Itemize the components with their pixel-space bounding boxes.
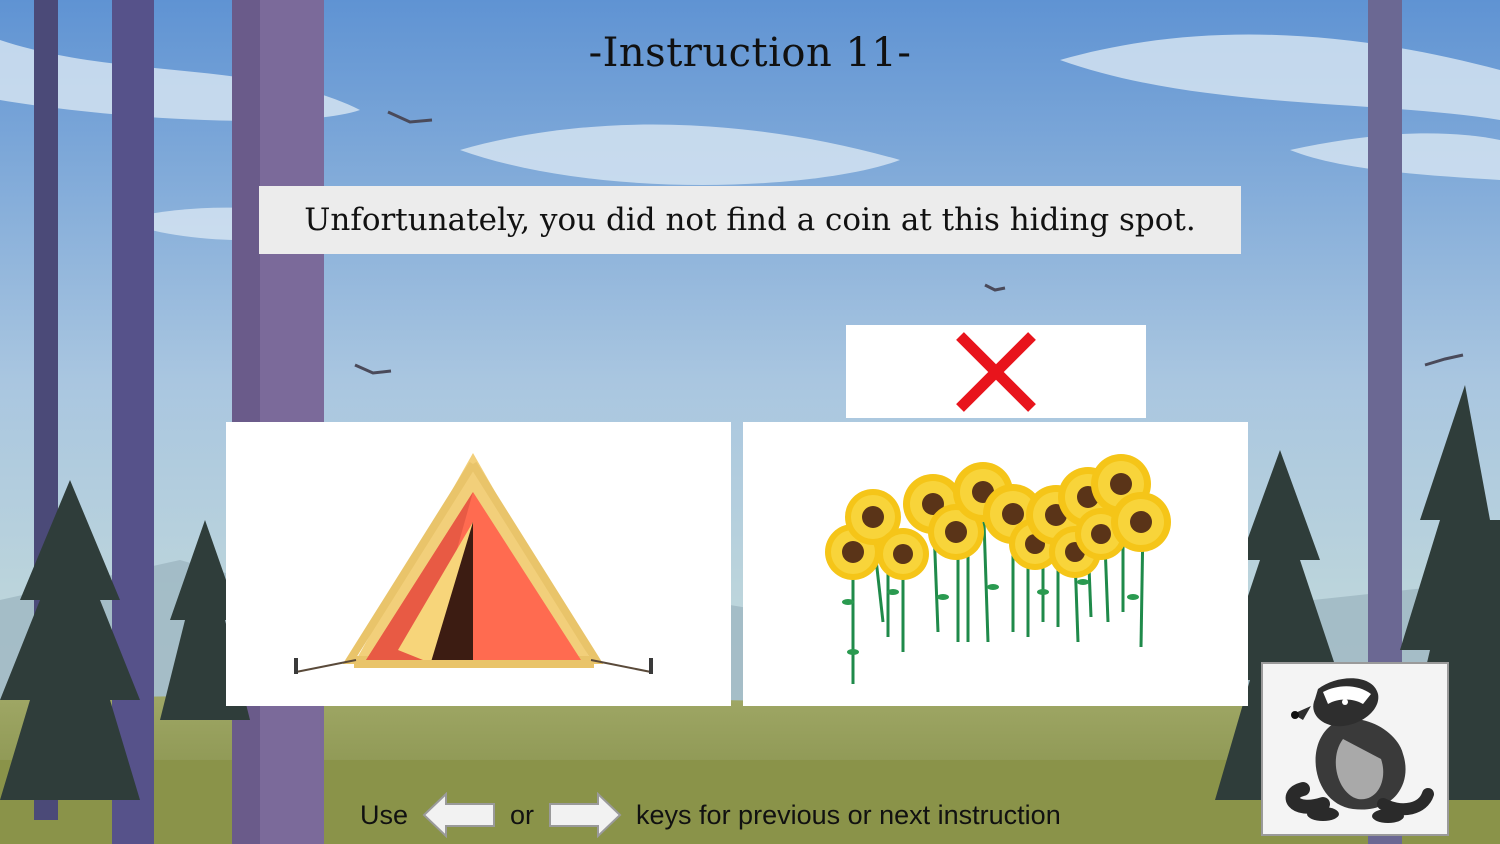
hiding-spot-sunflowers — [743, 422, 1248, 706]
hint-use-label: Use — [360, 799, 409, 830]
hiding-spot-tent — [226, 422, 731, 706]
right-arrow-key-icon[interactable] — [548, 792, 622, 838]
result-message: Unfortunately, you did not find a coin a… — [259, 186, 1241, 254]
sunflowers-image — [825, 454, 1171, 684]
red-x-icon — [956, 331, 1036, 412]
navigation-hint: Use or keys for previous or next instruc… — [360, 790, 1061, 840]
result-indicator — [846, 325, 1146, 418]
tent-image — [294, 453, 653, 674]
hint-or-label: or — [510, 799, 535, 830]
left-arrow-key-icon[interactable] — [422, 792, 496, 838]
page-title: -Instruction 11- — [588, 30, 912, 76]
hint-keys-label: keys for previous or next instruction — [636, 799, 1061, 830]
badger-image — [1285, 678, 1434, 823]
badger-avatar — [1261, 662, 1449, 836]
